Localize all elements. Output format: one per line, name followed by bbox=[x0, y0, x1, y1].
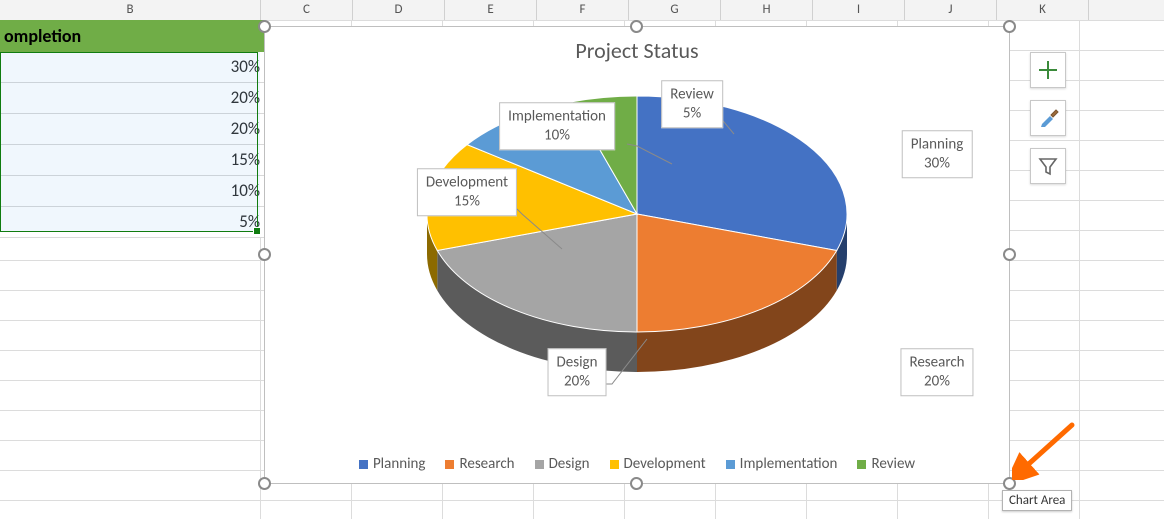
funnel-icon bbox=[1037, 155, 1059, 177]
data-label-implementation[interactable]: Implementation10% bbox=[499, 102, 615, 150]
legend-item-review[interactable]: Review bbox=[857, 455, 915, 473]
legend-swatch-icon bbox=[445, 460, 454, 469]
legend-item-implementation[interactable]: Implementation bbox=[726, 455, 838, 473]
column-header-H[interactable]: H bbox=[721, 0, 813, 21]
data-label-planning[interactable]: Planning30% bbox=[902, 130, 973, 178]
column-header-G[interactable]: G bbox=[629, 0, 721, 21]
legend-item-planning[interactable]: Planning bbox=[359, 455, 426, 473]
chart-filters-button[interactable] bbox=[1030, 148, 1066, 184]
legend-item-design[interactable]: Design bbox=[535, 455, 590, 473]
tooltip-chart-area: Chart Area bbox=[1002, 490, 1072, 511]
resize-handle-tm[interactable] bbox=[630, 20, 643, 33]
cell-b7[interactable]: 10% bbox=[0, 176, 266, 207]
column-b-header-cell[interactable]: ompletion bbox=[0, 20, 264, 54]
column-header-D[interactable]: D bbox=[353, 0, 445, 21]
column-header-B[interactable]: B bbox=[0, 0, 261, 21]
legend-item-development[interactable]: Development bbox=[610, 455, 706, 473]
cell-b3[interactable]: 30% bbox=[0, 52, 266, 83]
column-header-E[interactable]: E bbox=[445, 0, 537, 21]
column-b-data-range[interactable]: 30%20%20%15%10%5% bbox=[0, 52, 260, 238]
resize-handle-br[interactable] bbox=[1003, 477, 1016, 490]
chart-plot-area[interactable]: Planning30% Research20% Design20% Developme… bbox=[265, 64, 1009, 404]
legend-swatch-icon bbox=[359, 460, 368, 469]
resize-handle-tl[interactable] bbox=[258, 20, 271, 33]
data-label-development[interactable]: Development15% bbox=[417, 168, 517, 216]
column-header-C[interactable]: C bbox=[261, 0, 353, 21]
legend-swatch-icon bbox=[535, 460, 544, 469]
legend-swatch-icon bbox=[610, 460, 619, 469]
column-header-row: BCDEFGHIJK bbox=[0, 0, 1164, 20]
cell-b4[interactable]: 20% bbox=[0, 83, 266, 114]
cell-b5[interactable]: 20% bbox=[0, 114, 266, 145]
data-label-design[interactable]: Design20% bbox=[548, 348, 607, 396]
data-label-research[interactable]: Research20% bbox=[900, 348, 973, 396]
chart-elements-button[interactable] bbox=[1030, 52, 1066, 88]
column-header-K[interactable]: K bbox=[997, 0, 1089, 21]
column-header-F[interactable]: F bbox=[537, 0, 629, 21]
column-header-J[interactable]: J bbox=[905, 0, 997, 21]
resize-handle-bm[interactable] bbox=[630, 477, 643, 490]
cell-b6[interactable]: 15% bbox=[0, 145, 266, 176]
legend-swatch-icon bbox=[726, 460, 735, 469]
legend-swatch-icon bbox=[857, 460, 866, 469]
pie-chart[interactable] bbox=[402, 74, 872, 394]
chart-legend[interactable]: Planning Research Design Development Impleme… bbox=[265, 455, 1009, 473]
brush-icon bbox=[1037, 107, 1059, 129]
cell-b8[interactable]: 5% bbox=[0, 207, 266, 238]
chart-styles-button[interactable] bbox=[1030, 100, 1066, 136]
resize-handle-bl[interactable] bbox=[258, 477, 271, 490]
resize-handle-tr[interactable] bbox=[1003, 20, 1016, 33]
chart-object[interactable]: Project Status Planning30%Research20%Des… bbox=[264, 26, 1010, 484]
data-label-review[interactable]: Review5% bbox=[661, 80, 723, 128]
legend-item-research[interactable]: Research bbox=[445, 455, 514, 473]
plus-icon bbox=[1037, 59, 1059, 81]
column-header-I[interactable]: I bbox=[813, 0, 905, 21]
